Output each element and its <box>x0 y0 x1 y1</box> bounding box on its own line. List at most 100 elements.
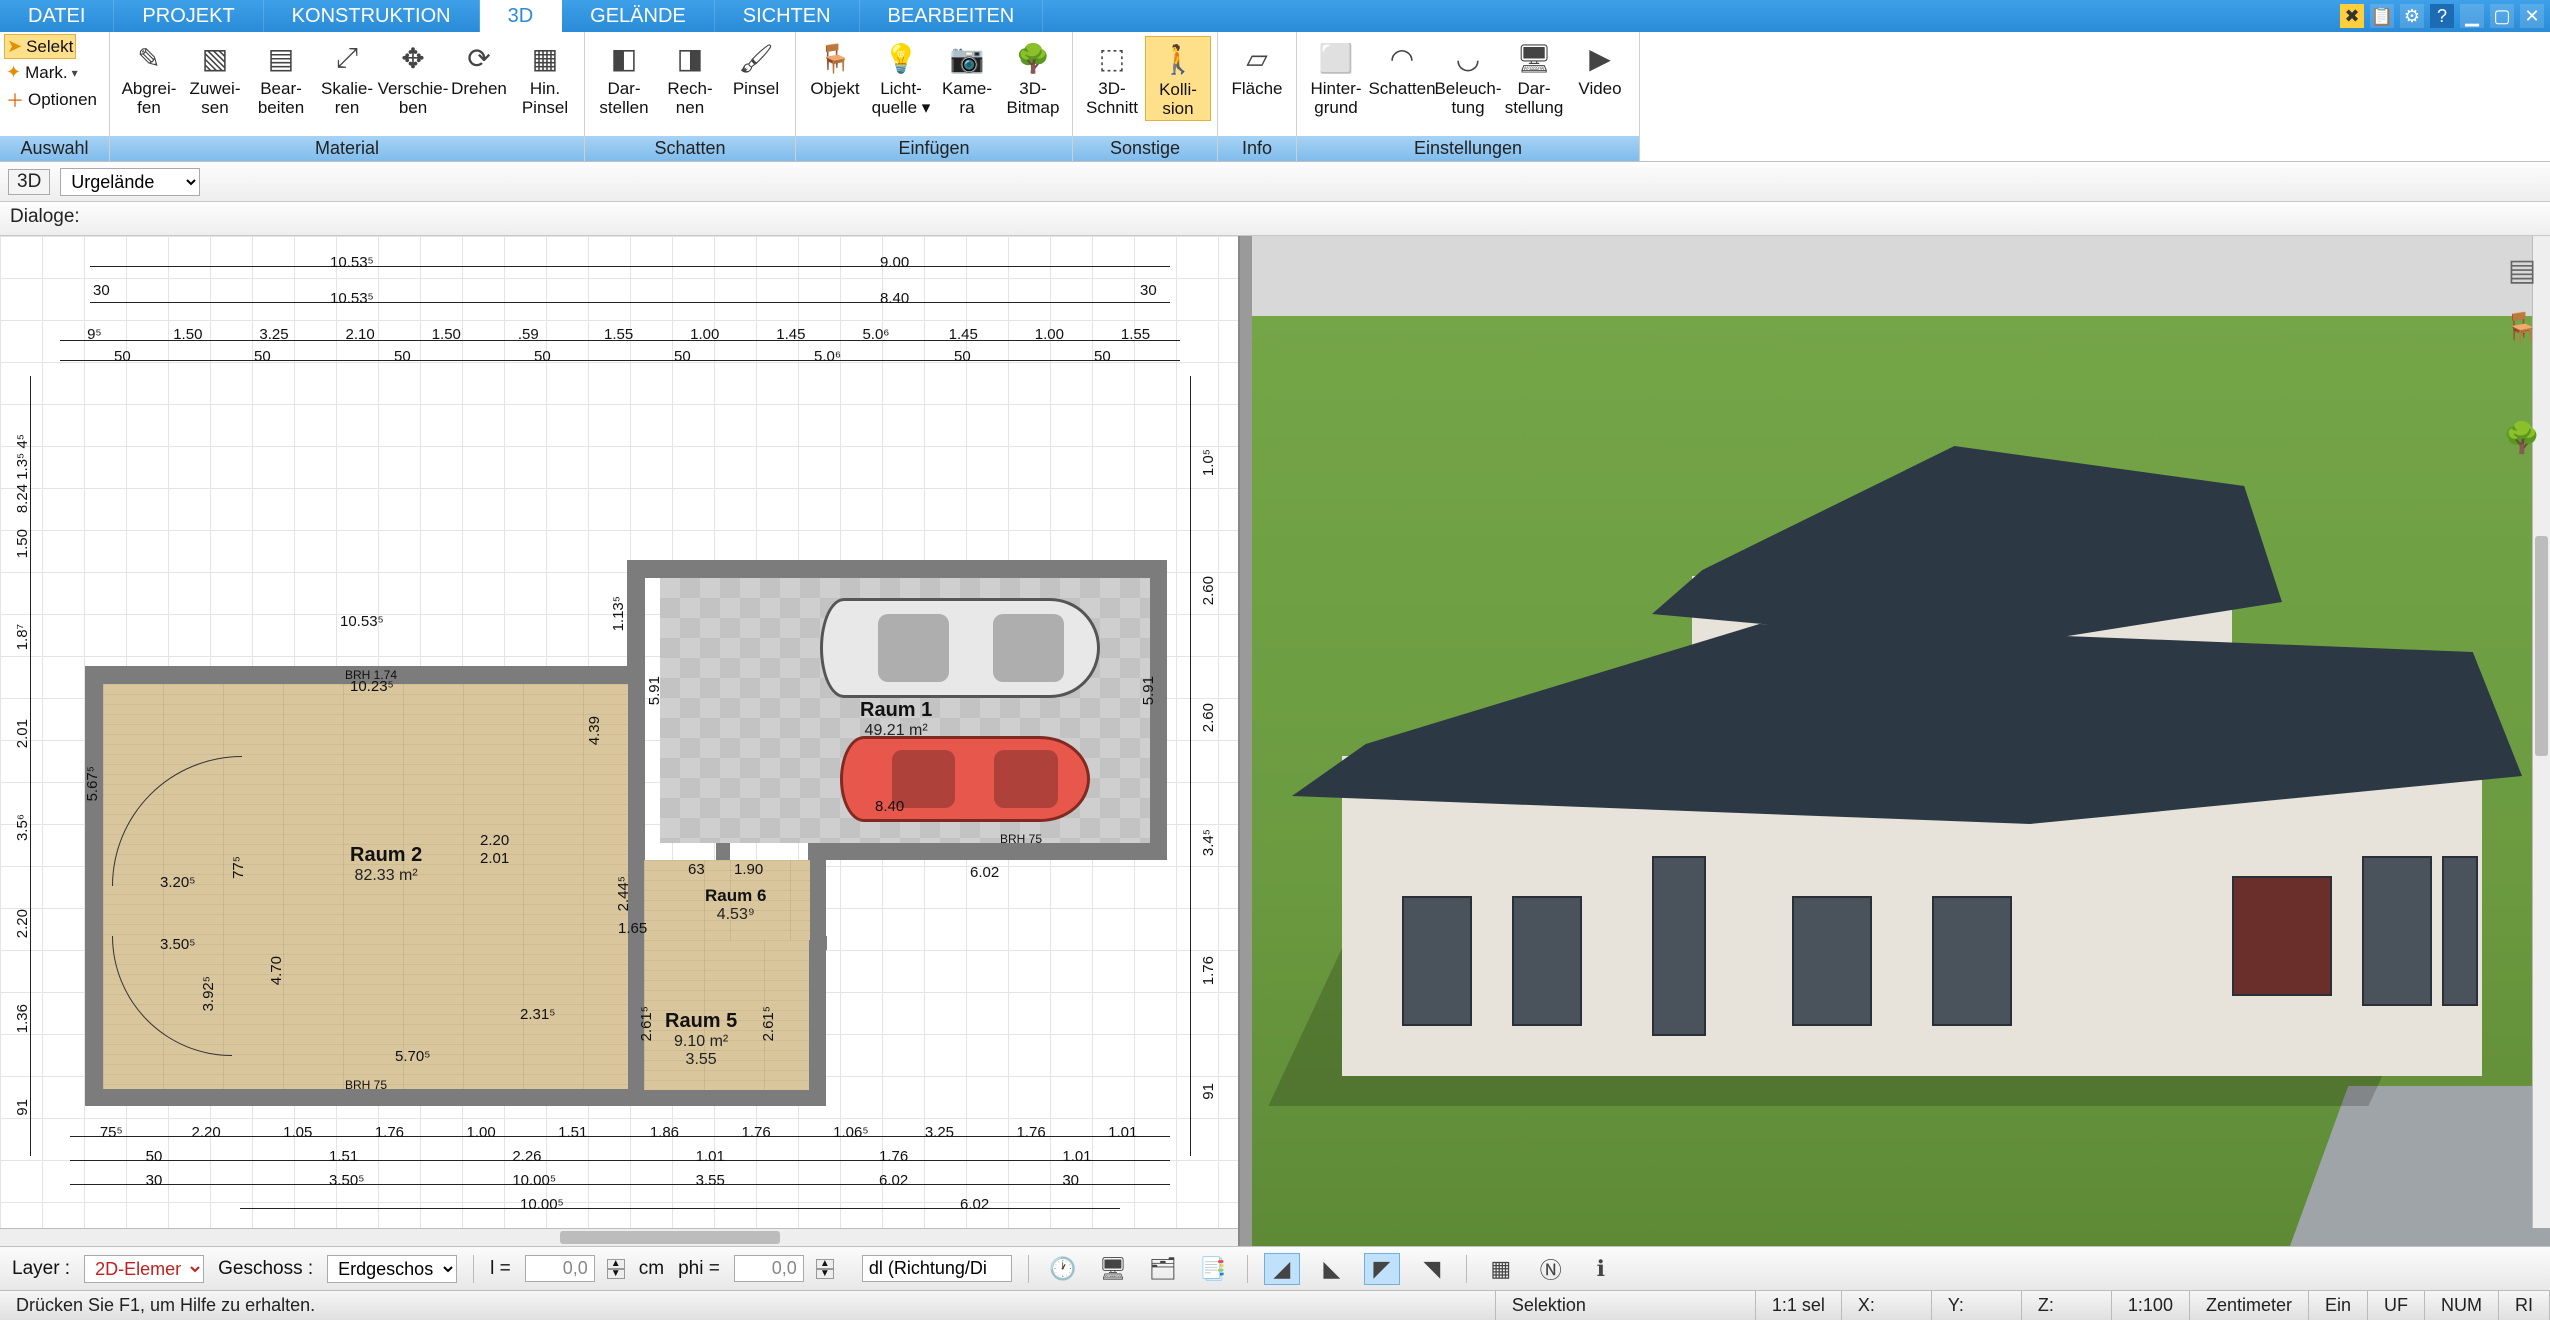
titlebar-settings-icon[interactable]: ⚙ <box>2400 4 2424 28</box>
skalieren-button[interactable]: ⤢ Skalie-ren <box>314 36 380 119</box>
menu-tab-sichten[interactable]: SICHTEN <box>715 0 860 32</box>
kollision-button[interactable]: 🚶 Kolli-sion <box>1145 36 1211 121</box>
dim-label: 8.40 <box>880 290 909 307</box>
lichtquelle-button[interactable]: 💡 Licht-quelle ▾ <box>868 36 934 119</box>
materials-icon[interactable] <box>2505 366 2539 400</box>
hinpinsel-button[interactable]: ▦ Hin.Pinsel <box>512 36 578 119</box>
view-mode-badge[interactable]: 3D <box>8 169 50 195</box>
ribbon-group-label: Auswahl <box>0 136 109 161</box>
kamera-icon: 📷 <box>947 38 987 78</box>
layer-vis-1-icon[interactable]: ◢ <box>1264 1253 1300 1285</box>
verschieben-button[interactable]: ✥ Verschie-ben <box>380 36 446 119</box>
length-up[interactable]: ▲ <box>607 1259 625 1269</box>
rechnen-button[interactable]: ◨ Rech-nen <box>657 36 723 119</box>
menu-tab-datei[interactable]: DATEI <box>0 0 114 32</box>
dim-label: 2.20 <box>192 1124 221 1141</box>
phi-input[interactable] <box>734 1255 804 1282</box>
layer-dropdown[interactable]: 2D-Elemen <box>84 1255 204 1283</box>
layers-icon[interactable]: ▤ <box>2502 250 2542 290</box>
optionen-button[interactable]: ＋Optionen <box>4 86 99 114</box>
terrain-dropdown[interactable]: Urgelände <box>60 168 200 196</box>
titlebar-clipboard-icon[interactable]: 📋 <box>2370 4 2394 28</box>
dim-label: 6.02 <box>879 1172 908 1189</box>
dim-label: 1.00 <box>690 326 719 343</box>
side-tool-panel: ▤ 🪑 🌳 <box>2494 236 2550 1246</box>
menu-tab-konstruktion[interactable]: KONSTRUKTION <box>264 0 480 32</box>
titlebar-tool-icon[interactable]: ✖ <box>2340 4 2364 28</box>
close-icon[interactable]: ✕ <box>2520 4 2544 28</box>
abgreifen-button[interactable]: ✎ Abgrei-fen <box>116 36 182 119</box>
layer-vis-4-icon[interactable]: ◥ <box>1414 1253 1450 1285</box>
dim-label: 1.76 <box>1017 1124 1046 1141</box>
dim-label: 50 <box>954 348 971 365</box>
phi-down[interactable]: ▼ <box>816 1269 834 1279</box>
select-button[interactable]: ➤Selekt <box>4 34 76 59</box>
marker-icon: ✦ <box>6 62 21 83</box>
dim-label: 3.25 <box>925 1124 954 1141</box>
floorplan-pane[interactable]: 10.53⁵ 9.00 10.53⁵ 8.40 911.362.203.5⁶2.… <box>0 236 1240 1246</box>
3d-pane[interactable]: ▤ 🪑 🌳 <box>1252 236 2550 1246</box>
dim-label: 63 <box>688 861 705 878</box>
dim-label: 1.05 <box>283 1124 312 1141</box>
stack-icon[interactable]: 🗂 <box>1145 1253 1181 1285</box>
layer-vis-3-icon[interactable]: ◤ <box>1364 1253 1400 1285</box>
bitmap3d-button[interactable]: 🌳 3D-Bitmap <box>1000 36 1066 119</box>
dim-brh: BRH 1.74 <box>345 668 397 682</box>
darstellung-button[interactable]: 🖥 Dar-stellung <box>1501 36 1567 119</box>
north-icon[interactable]: Ⓝ <box>1533 1253 1569 1285</box>
status-ratio: 1:1 sel <box>1756 1291 1842 1320</box>
video-button[interactable]: ▶ Video <box>1567 36 1633 101</box>
length-down[interactable]: ▼ <box>607 1269 625 1279</box>
bottom-toolbar: Layer : 2D-Elemen Geschoss : Erdgeschos … <box>0 1246 2550 1290</box>
drehen-button[interactable]: ⟳ Drehen <box>446 36 512 101</box>
length-label: l = <box>490 1258 511 1280</box>
ribbon-group-label: Einfügen <box>796 136 1072 161</box>
clock-icon[interactable]: 🕐 <box>1045 1253 1081 1285</box>
mark-button[interactable]: ✦Mark.▾ <box>4 61 80 84</box>
abgreifen-icon: ✎ <box>129 38 169 78</box>
monitor-icon[interactable]: 🖥 <box>1095 1253 1131 1285</box>
hintergrund-button[interactable]: ⬜ Hinter-grund <box>1303 36 1369 119</box>
menu-tab-bearbeiten[interactable]: BEARBEITEN <box>860 0 1044 32</box>
dim-label: 1.76 <box>879 1148 908 1165</box>
schatten2-button[interactable]: ◠ Schatten <box>1369 36 1435 101</box>
flaeche-button[interactable]: ▱ Fläche <box>1224 36 1290 101</box>
dim-label: 1.51 <box>558 1124 587 1141</box>
layer-label: Layer : <box>12 1258 70 1280</box>
pinsel-button[interactable]: 🖌 Pinsel <box>723 36 789 101</box>
darstellen-button[interactable]: ◧ Dar-stellen <box>591 36 657 119</box>
info-icon[interactable]: ℹ <box>1583 1253 1619 1285</box>
dim-label: 1.0⁵ <box>1200 449 1217 476</box>
dim-label: 2.31⁵ <box>520 1006 555 1023</box>
help-icon[interactable]: ? <box>2430 4 2454 28</box>
grid-icon[interactable]: ▦ <box>1483 1253 1519 1285</box>
maximize-icon[interactable]: ▢ <box>2490 4 2514 28</box>
phi-up[interactable]: ▲ <box>816 1259 834 1269</box>
schnitt3d-button[interactable]: ⬚ 3D-Schnitt <box>1079 36 1145 119</box>
dim-label: 9⁵ <box>87 326 102 343</box>
kamera-button[interactable]: 📷 Kame-ra <box>934 36 1000 119</box>
dim-brh: BRH 75 <box>345 1078 387 1092</box>
menu-tab-projekt[interactable]: PROJEKT <box>114 0 263 32</box>
floorplan-h-scrollbar[interactable] <box>0 1228 1238 1246</box>
copy-icon[interactable]: 📑 <box>1195 1253 1231 1285</box>
ribbon-group: 🪑 Objekt💡 Licht-quelle ▾📷 Kame-ra🌳 3D-Bi… <box>796 32 1073 161</box>
status-uf: UF <box>2368 1291 2425 1320</box>
furniture-icon[interactable]: 🪑 <box>2502 308 2542 348</box>
minimize-icon[interactable]: ▁ <box>2460 4 2484 28</box>
beleuchtung-button[interactable]: ◡ Beleuch-tung <box>1435 36 1501 119</box>
schatten2-icon: ◠ <box>1382 38 1422 78</box>
menu-tab-gelaende[interactable]: GELÄNDE <box>562 0 715 32</box>
plants-icon[interactable]: 🌳 <box>2502 418 2542 458</box>
objekt-button[interactable]: 🪑 Objekt <box>802 36 868 101</box>
zuweisen-button[interactable]: ▧ Zuwei-sen <box>182 36 248 119</box>
dl-input[interactable] <box>862 1255 1012 1282</box>
dim-label: 91 <box>14 1099 31 1116</box>
geschoss-dropdown[interactable]: Erdgeschos <box>327 1255 457 1283</box>
pane-splitter[interactable] <box>1240 236 1252 1246</box>
menu-tab-3d[interactable]: 3D <box>480 0 563 32</box>
bearbeiten-button[interactable]: ▤ Bear-beiten <box>248 36 314 119</box>
length-input[interactable] <box>525 1255 595 1282</box>
dim-label: 6.02 <box>960 1196 989 1213</box>
layer-vis-2-icon[interactable]: ◣ <box>1314 1253 1350 1285</box>
